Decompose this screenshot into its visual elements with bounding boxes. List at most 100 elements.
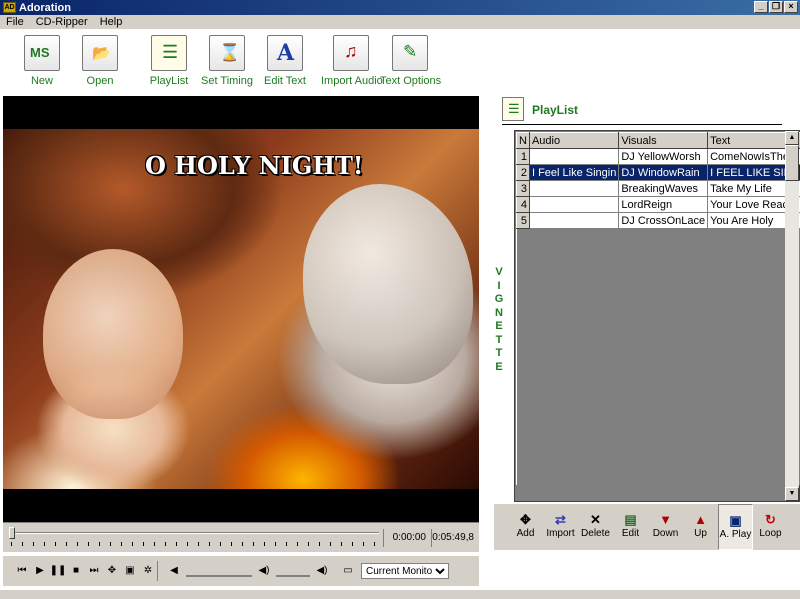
title-bar: AD Adoration _ ❐ × — [0, 0, 800, 15]
hourglass-icon: ⌛ — [209, 35, 245, 71]
balance-slider[interactable] — [276, 565, 310, 577]
cell-n[interactable]: 2 — [516, 164, 530, 181]
button-label: Delete — [581, 528, 610, 539]
playlist-grid[interactable]: N Audio Visuals Text 1 DJ YellowWorsh Come… — [514, 130, 800, 502]
table-row[interactable]: 1 DJ YellowWorsh ComeNowIsTheT — [516, 148, 800, 165]
window-buttons: _ ❐ × — [754, 1, 798, 13]
button-label: Add — [516, 528, 535, 539]
cell-n[interactable]: 5 — [516, 212, 530, 229]
scroll-up-icon[interactable]: ▲ — [785, 131, 799, 145]
cell-audio[interactable] — [528, 212, 620, 229]
monitor-icon[interactable]: ▣ — [121, 562, 139, 580]
edit-button[interactable]: ▤ Edit — [613, 504, 648, 550]
effects-icon[interactable]: ✲ — [139, 562, 157, 580]
loop-button[interactable]: ↻ Loop — [753, 504, 788, 550]
cell-audio[interactable] — [528, 180, 620, 197]
window-title: Adoration — [19, 1, 71, 14]
cell-visuals[interactable]: DJ YellowWorsh — [618, 148, 709, 165]
empty-row — [516, 308, 800, 325]
vignette-letter: I — [497, 279, 501, 292]
text-options-button[interactable]: ✎ Text Options — [380, 35, 441, 87]
button-label: Edit — [621, 528, 640, 539]
a-play-button[interactable]: ▣ A. Play — [718, 504, 753, 550]
vignette-letter: G — [494, 293, 504, 305]
seek-ticks — [11, 542, 379, 546]
display-icon: ▭ — [343, 565, 353, 576]
video-preview[interactable]: O HOLY NIGHT! — [3, 96, 479, 522]
vignette-letter: T — [495, 347, 503, 359]
edit-icon: ▤ — [624, 512, 637, 527]
col-visuals[interactable]: Visuals — [618, 132, 709, 149]
cell-audio[interactable] — [528, 196, 620, 213]
menu-help[interactable]: Help — [94, 16, 129, 28]
menu-file[interactable]: File — [0, 16, 30, 28]
volume-slider[interactable] — [186, 565, 252, 577]
seek-thumb[interactable] — [9, 527, 15, 539]
edit-text-icon: A — [267, 35, 303, 71]
add-button[interactable]: ✥ Add — [508, 504, 543, 550]
skip-back-icon[interactable]: ⏮ — [13, 562, 31, 580]
add-icon: ✥ — [520, 512, 531, 527]
import-button[interactable]: ⇄ Import — [543, 504, 578, 550]
playlist-title: PlayList — [532, 103, 579, 117]
cell-visuals[interactable]: DJ CrossOnLace — [618, 212, 709, 229]
loop-icon: ↻ — [765, 512, 776, 527]
new-button[interactable]: MS New — [12, 35, 72, 87]
col-n[interactable]: N — [516, 132, 530, 149]
down-button[interactable]: ▼ Down — [648, 504, 683, 550]
pause-icon[interactable]: ❚❚ — [49, 562, 67, 580]
restore-button[interactable]: ❐ — [769, 1, 783, 13]
stop-icon[interactable]: ■ — [67, 562, 85, 580]
cell-visuals[interactable]: LordReign — [618, 196, 709, 213]
cell-audio[interactable]: I Feel Like Singin — [528, 164, 620, 181]
text-options-icon: ✎ — [392, 35, 428, 71]
delete-button[interactable]: ✕ Delete — [578, 504, 613, 550]
cell-visuals[interactable]: DJ WindowRain — [618, 164, 709, 181]
table-row[interactable]: 3 BreakingWaves Take My Life — [516, 180, 800, 197]
seek-track[interactable] — [11, 532, 379, 534]
cell-n[interactable]: 4 — [516, 196, 530, 213]
edit-text-button[interactable]: A Edit Text — [255, 35, 315, 87]
playlist-header: ☰ PlayList — [502, 97, 782, 125]
move-icon[interactable]: ✥ — [103, 562, 121, 580]
playlist-icon: ☰ — [151, 35, 187, 71]
cell-visuals[interactable]: BreakingWaves — [618, 180, 709, 197]
up-button[interactable]: ▲ Up — [683, 504, 718, 550]
monitor-select[interactable]: Current Monitor — [361, 563, 449, 579]
playlist-scrollbar[interactable]: ▲ ▼ — [785, 131, 799, 501]
empty-row — [516, 276, 800, 293]
table-row[interactable]: 2I Feel Like Singin DJ WindowRain I FEEL L… — [516, 164, 800, 181]
table-row[interactable]: 5 DJ CrossOnLace You Are Holy — [516, 212, 800, 229]
playlist-icon: ☰ — [502, 97, 524, 121]
delete-icon: ✕ — [590, 512, 601, 527]
empty-row — [516, 244, 800, 261]
up-icon: ▲ — [694, 512, 707, 527]
menu-cd-ripper[interactable]: CD-Ripper — [30, 16, 94, 28]
skip-forward-icon[interactable]: ⏭ — [85, 562, 103, 580]
table-row[interactable]: 4 LordReign Your Love Reach — [516, 196, 800, 213]
minimize-button[interactable]: _ — [754, 1, 768, 13]
cell-n[interactable]: 3 — [516, 180, 530, 197]
scene-lamb — [303, 184, 473, 384]
playlist-toolbar: ✥ Add ⇄ Import ✕ Delete ▤ Edit ▼ Down ▲ Up ▣ A. Play ↻… — [494, 504, 800, 550]
import-icon: ⇄ — [555, 512, 566, 527]
scroll-thumb[interactable] — [785, 145, 799, 181]
playlist-button[interactable]: ☰ PlayList — [139, 35, 199, 87]
total-time: 0:05:49,8 — [431, 529, 477, 547]
cell-audio[interactable] — [528, 148, 620, 165]
play-icon[interactable]: ▶ — [31, 562, 49, 580]
button-label: A. Play — [719, 529, 752, 540]
set-timing-button[interactable]: ⌛ Set Timing — [197, 35, 257, 87]
video-headline: O HOLY NIGHT! — [145, 151, 364, 180]
import-audio-button[interactable]: ♫ Import Audio — [321, 35, 383, 87]
empty-row — [516, 260, 800, 277]
cell-n[interactable]: 1 — [516, 148, 530, 165]
open-button[interactable]: 📂 Open — [70, 35, 130, 87]
scene-baby — [43, 249, 183, 419]
col-audio[interactable]: Audio — [528, 132, 620, 149]
scroll-down-icon[interactable]: ▼ — [785, 487, 799, 501]
empty-row — [516, 292, 800, 309]
close-button[interactable]: × — [784, 1, 798, 13]
vignette-letter: N — [495, 306, 503, 319]
